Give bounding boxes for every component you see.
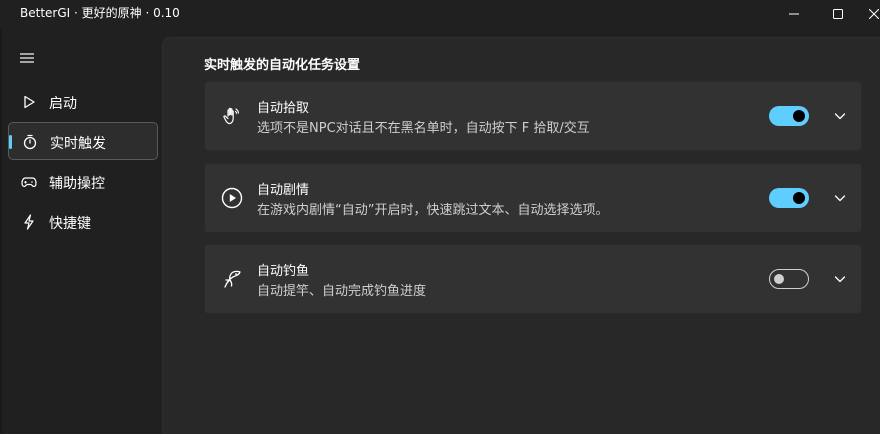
auto-story-toggle[interactable] xyxy=(769,188,809,208)
play-circle-icon xyxy=(221,187,243,209)
sidebar-item-realtime-trigger[interactable]: 实时触发 xyxy=(8,122,158,160)
sidebar-item-label: 快捷键 xyxy=(49,216,91,232)
setting-card-auto-fishing[interactable]: 自动钓鱼 自动提竿、自动完成钓鱼进度 xyxy=(204,244,862,314)
timer-icon xyxy=(23,134,37,150)
toggle-knob xyxy=(793,192,805,204)
setting-card-auto-pickup[interactable]: 自动拾取 选项不是NPC对话且不在黑名单时，自动按下 F 拾取/交互 xyxy=(204,81,862,151)
sidebar-item-label: 启动 xyxy=(49,96,77,112)
close-button[interactable] xyxy=(859,0,880,28)
play-icon xyxy=(24,95,35,109)
auto-fishing-toggle[interactable] xyxy=(769,269,809,289)
chevron-down-icon[interactable] xyxy=(833,272,847,286)
sidebar-item-label: 实时触发 xyxy=(50,136,106,152)
maximize-button[interactable] xyxy=(815,0,861,28)
minimize-icon xyxy=(789,13,799,15)
maximize-icon xyxy=(833,9,843,19)
card-description: 自动提竿、自动完成钓鱼进度 xyxy=(257,284,427,299)
sidebar-item-start[interactable]: 启动 xyxy=(8,83,158,121)
hand-wave-icon xyxy=(223,107,240,125)
sidebar-item-assist-control[interactable]: 辅助操控 xyxy=(8,163,158,201)
card-title: 自动剧情 xyxy=(257,183,310,198)
sidebar: 启动 实时触发 辅助操控 快捷键 xyxy=(0,28,162,434)
minimize-button[interactable] xyxy=(771,0,817,28)
flash-icon xyxy=(24,214,34,230)
page-title: 实时触发的自动化任务设置 xyxy=(204,58,361,73)
gamepad-icon xyxy=(21,177,37,188)
chevron-down-icon[interactable] xyxy=(833,109,847,123)
sidebar-item-label: 辅助操控 xyxy=(49,176,105,192)
main-content: 实时触发的自动化任务设置 自动拾取 选项不是NPC对话且不在黑名单时，自动按下 … xyxy=(162,37,880,434)
toggle-knob xyxy=(793,110,805,122)
toggle-knob xyxy=(774,274,784,284)
card-description: 在游戏内剧情“自动”开启时，快速跳过文本、自动选择选项。 xyxy=(257,203,609,218)
active-indicator xyxy=(9,135,12,149)
menu-toggle-button[interactable] xyxy=(19,50,35,66)
setting-card-auto-story[interactable]: 自动剧情 在游戏内剧情“自动”开启时，快速跳过文本、自动选择选项。 xyxy=(204,163,862,233)
card-title: 自动拾取 xyxy=(257,101,310,116)
hamburger-icon xyxy=(20,53,34,63)
close-icon xyxy=(869,9,879,19)
card-description: 选项不是NPC对话且不在黑名单时，自动按下 F 拾取/交互 xyxy=(257,121,590,136)
chevron-down-icon[interactable] xyxy=(833,191,847,205)
auto-pickup-toggle[interactable] xyxy=(769,106,809,126)
title-bar: BetterGI · 更好的原神 · 0.10 xyxy=(0,0,880,28)
fish-icon xyxy=(224,270,241,288)
window-title: BetterGI · 更好的原神 · 0.10 xyxy=(20,6,180,20)
card-title: 自动钓鱼 xyxy=(257,264,310,279)
app-window: BetterGI · 更好的原神 · 0.10 启动 实时触发 辅助操控 快捷键… xyxy=(0,0,880,434)
sidebar-item-hotkeys[interactable]: 快捷键 xyxy=(8,203,158,241)
